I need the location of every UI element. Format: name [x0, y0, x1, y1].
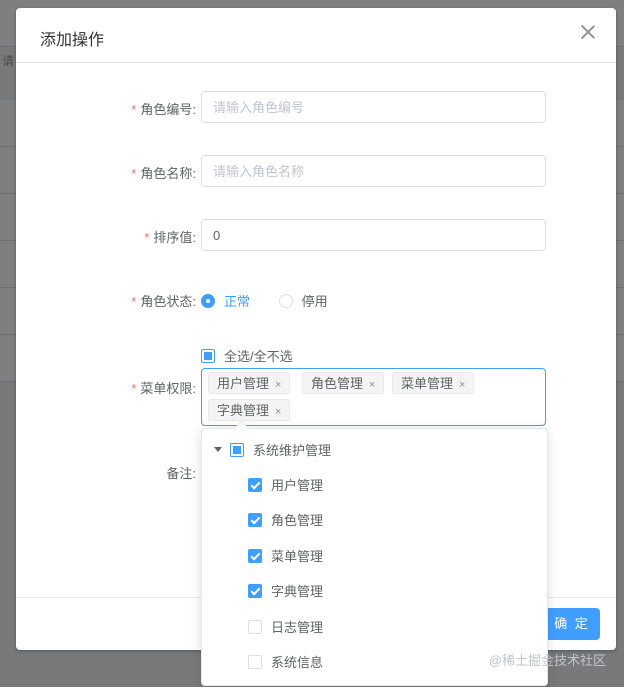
form-item-role-name: * 角色名称: — [16, 155, 616, 187]
tree-node-menu[interactable]: 菜单管理 — [202, 538, 547, 573]
close-icon[interactable] — [580, 24, 596, 40]
checkbox-indeterminate-icon[interactable] — [230, 442, 244, 457]
tag-role-management: 角色管理 × — [302, 372, 385, 394]
tag-label: 字典管理 — [217, 403, 270, 418]
tree-node-label: 用户管理 — [271, 478, 324, 493]
watermark: @稀土掘金技术社区 — [488, 653, 606, 668]
tag-label: 角色管理 — [311, 376, 364, 391]
role-name-label: * 角色名称: — [131, 166, 196, 181]
caret-down-icon[interactable] — [214, 447, 222, 452]
tree-node-role[interactable]: 角色管理 — [202, 502, 547, 537]
tag-close-icon[interactable]: × — [459, 379, 465, 391]
radio-unchecked-icon — [278, 293, 293, 308]
tag-label: 用户管理 — [217, 376, 270, 391]
status-radio-disabled[interactable]: 停用 — [278, 291, 328, 310]
tag-menu-management: 菜单管理 × — [392, 372, 475, 394]
form-item-role-code: * 角色编号: — [16, 91, 616, 123]
role-code-label: * 角色编号: — [131, 102, 196, 117]
sort-label: * 排序值: — [144, 230, 196, 245]
radio-checked-icon — [201, 293, 215, 308]
status-radio-normal[interactable]: 正常 — [201, 291, 250, 310]
tag-label: 菜单管理 — [401, 376, 454, 391]
menu-permission-label: * 菜单权限: — [131, 381, 196, 396]
checkbox-checked-icon[interactable] — [248, 512, 262, 527]
tree-node-system[interactable]: 系统维护管理 — [202, 432, 547, 467]
tree-node-label: 角色管理 — [271, 513, 324, 528]
tree-node-dict[interactable]: 字典管理 — [202, 573, 547, 608]
role-code-input[interactable] — [201, 91, 546, 123]
dialog-title: 添加操作 — [40, 32, 105, 49]
select-all-label: 全选/全不选 — [224, 349, 293, 364]
form-item-status: * 角色状态: 正常 停用 — [16, 283, 616, 315]
radio-normal-label: 正常 — [224, 294, 251, 309]
form-item-sort: * 排序值: — [16, 219, 616, 251]
tree-node-user[interactable]: 用户管理 — [202, 467, 547, 502]
tag-close-icon[interactable]: × — [275, 379, 281, 391]
tree-node-label: 系统信息 — [271, 655, 324, 670]
tree-node-label: 日志管理 — [271, 620, 324, 635]
status-radio-group: 正常 停用 — [201, 291, 353, 311]
tag-user-management: 用户管理 × — [208, 372, 291, 394]
tree-node-label: 菜单管理 — [271, 549, 324, 564]
tree-node-label: 字典管理 — [271, 584, 324, 599]
role-name-input[interactable] — [201, 155, 546, 187]
checkbox-checked-icon[interactable] — [248, 477, 262, 492]
checkbox-unchecked-icon[interactable] — [248, 619, 262, 634]
confirm-button[interactable]: 确 定 — [544, 608, 600, 640]
tree-node-log[interactable]: 日志管理 — [202, 609, 547, 644]
remark-label: 备注: — [166, 466, 196, 481]
tree-node-label: 系统维护管理 — [253, 443, 332, 458]
checkbox-indeterminate-icon — [201, 348, 215, 363]
menu-tree-dropdown: 系统维护管理 用户管理 角色管理 菜单管理 字典管理 日志管理 系统信息 — [201, 428, 548, 686]
tag-dict-management: 字典管理 × — [208, 399, 291, 421]
checkbox-checked-icon[interactable] — [248, 583, 262, 598]
radio-disabled-label: 停用 — [301, 294, 328, 309]
checkbox-unchecked-icon[interactable] — [248, 654, 262, 669]
tag-close-icon[interactable]: × — [369, 379, 375, 391]
checkbox-checked-icon[interactable] — [248, 548, 262, 563]
select-all-checkbox[interactable]: 全选/全不选 — [201, 346, 293, 365]
status-label: * 角色状态: — [131, 294, 196, 309]
dialog-header: 添加操作 — [16, 8, 616, 63]
tag-close-icon[interactable]: × — [275, 406, 281, 418]
sort-input[interactable] — [201, 219, 546, 251]
menu-permission-select[interactable]: 用户管理 × 角色管理 × 菜单管理 × 字典管理 × — [201, 368, 546, 426]
